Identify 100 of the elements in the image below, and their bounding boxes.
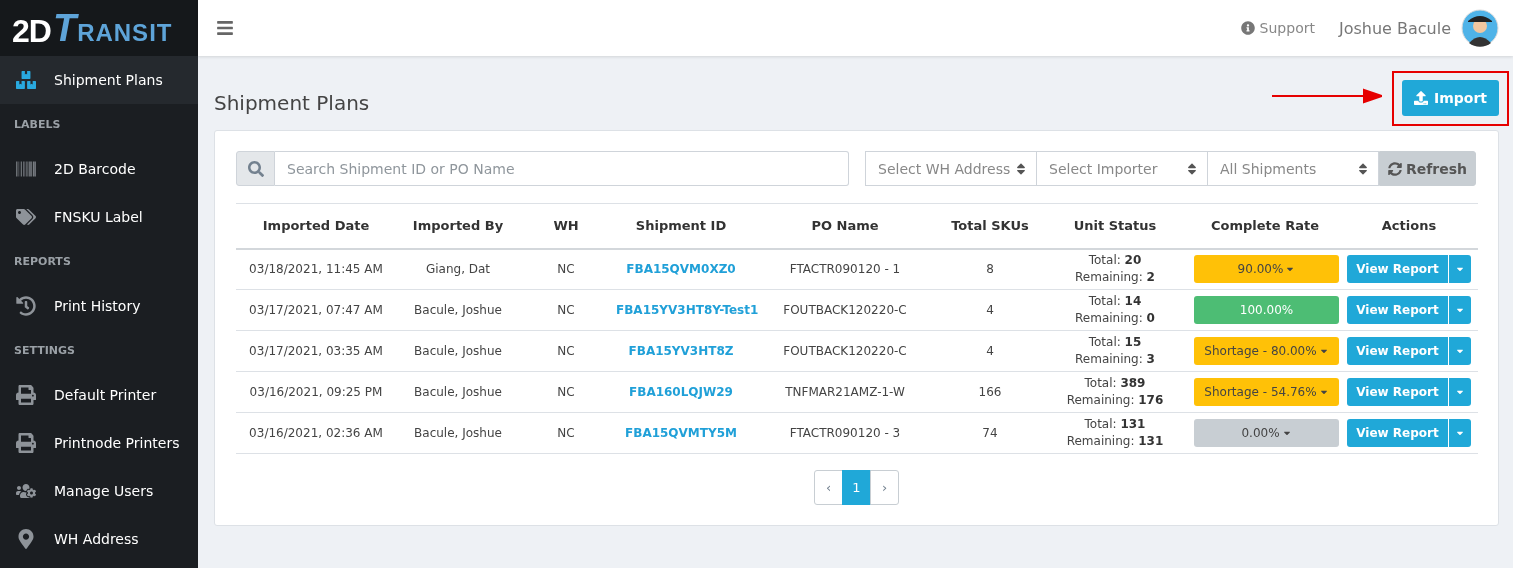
table-cell: NC — [520, 248, 612, 290]
sort-icon — [1016, 161, 1026, 176]
column-header: Unit Status — [1040, 203, 1190, 249]
support-link[interactable]: Support — [1240, 20, 1315, 36]
printer-icon — [16, 433, 36, 453]
column-header: Imported Date — [236, 203, 396, 249]
column-header: Imported By — [396, 203, 520, 249]
table-cell: 03/17/2021, 03:35 AM — [236, 330, 396, 372]
rate-button[interactable]: Shortage - 80.00% — [1194, 337, 1339, 365]
menu-button[interactable] — [216, 19, 234, 37]
remaining-units: Remaining: 0 — [1074, 310, 1156, 327]
section-heading: LABELS — [13, 117, 62, 133]
select-dropdown[interactable]: Select WH Address — [865, 151, 1037, 186]
next-page-button[interactable]: › — [870, 470, 899, 505]
view-report-button[interactable]: View Report — [1347, 419, 1448, 447]
view-report-button[interactable]: View Report — [1347, 378, 1448, 406]
shipment-link[interactable]: FBA15YV3HT8Z — [628, 344, 734, 358]
remaining-units: Remaining: 2 — [1074, 269, 1156, 287]
column-header: Complete Rate — [1190, 203, 1340, 249]
logo: 2DTRANSIT — [12, 9, 173, 47]
table-cell: FOUTBACK120220-C — [750, 330, 940, 372]
sidebar-item[interactable]: WH Address — [0, 515, 198, 563]
table-cell: 03/16/2021, 09:25 PM — [236, 371, 396, 413]
table-cell: NC — [520, 289, 612, 331]
table-cell: 8 — [940, 248, 1040, 290]
sidebar-item[interactable]: Print History — [0, 282, 198, 330]
rate-button[interactable]: 0.00% — [1194, 419, 1339, 447]
total-units: Total: 14 — [1087, 293, 1143, 310]
table-cell: NC — [520, 371, 612, 413]
barcode-icon — [16, 159, 36, 179]
dropdown-toggle[interactable] — [1447, 378, 1471, 406]
shipment-link[interactable]: FBA15YV3HT8Y-Test1 — [616, 303, 759, 317]
avatar[interactable] — [1461, 9, 1499, 47]
select-dropdown[interactable]: Select Importer — [1036, 151, 1208, 186]
page-title: Shipment Plans — [214, 91, 370, 115]
sidebar-item[interactable]: 2D Barcode — [0, 145, 198, 193]
sidebar-item[interactable]: Manage Users — [0, 467, 198, 515]
table-cell: 03/16/2021, 02:36 AM — [236, 412, 396, 454]
column-header: PO Name — [750, 203, 940, 249]
table-cell: Bacule, Joshue — [396, 289, 520, 331]
table-cell: 4 — [940, 330, 1040, 372]
import-button[interactable]: Import — [1401, 80, 1499, 116]
shipment-link[interactable]: FBA15QVM0XZ0 — [626, 262, 736, 277]
refresh-icon — [1387, 161, 1402, 176]
menu-icon — [216, 19, 234, 37]
table-cell: 74 — [940, 412, 1040, 454]
total-units: Total: 20 — [1087, 252, 1143, 270]
remaining-units: Remaining: 131 — [1065, 433, 1165, 450]
dropdown-toggle[interactable] — [1447, 296, 1471, 324]
table-cell: Giang, Dat — [396, 248, 520, 290]
user-name[interactable]: Joshue Bacule — [1338, 18, 1451, 38]
dropdown-toggle[interactable] — [1447, 337, 1471, 365]
shipment-link[interactable]: FBA15QVMTY5M — [625, 426, 737, 440]
sidebar-item[interactable]: Shipment Plans — [0, 56, 198, 104]
table-cell: 4 — [940, 289, 1040, 331]
table-cell: 03/18/2021, 11:45 AM — [236, 248, 396, 290]
tags-icon — [16, 207, 36, 227]
total-units: Total: 389 — [1083, 375, 1147, 392]
table-cell: Bacule, Joshue — [396, 330, 520, 372]
dropdown-toggle[interactable] — [1447, 255, 1471, 284]
column-header: WH — [520, 203, 612, 249]
page-button[interactable]: 1 — [842, 470, 871, 505]
table-cell: NC — [520, 412, 612, 454]
select-dropdown[interactable]: All Shipments — [1207, 151, 1379, 186]
search-icon — [236, 151, 275, 186]
view-report-button[interactable]: View Report — [1347, 296, 1448, 324]
boxes-icon — [16, 70, 36, 90]
rate-button[interactable]: 90.00% — [1194, 255, 1339, 284]
dropdown-toggle[interactable] — [1447, 419, 1471, 447]
view-report-button[interactable]: View Report — [1347, 337, 1448, 365]
rate-button[interactable]: Shortage - 54.76% — [1194, 378, 1339, 406]
table-cell: NC — [520, 330, 612, 372]
printer-icon — [16, 385, 36, 405]
sidebar-item[interactable]: FNSKU Label — [0, 193, 198, 241]
sort-icon — [1187, 161, 1197, 176]
table-cell: 166 — [940, 371, 1040, 413]
column-header: Shipment ID — [612, 203, 750, 249]
rate-button[interactable]: 100.00% — [1194, 296, 1339, 324]
previous-page-button[interactable]: ‹ — [814, 470, 843, 505]
table-cell: Bacule, Joshue — [396, 412, 520, 454]
history-icon — [16, 296, 36, 316]
total-units: Total: 15 — [1087, 334, 1143, 351]
view-report-button[interactable]: View Report — [1347, 255, 1448, 284]
total-units: Total: 131 — [1083, 416, 1147, 433]
users-gear-icon — [16, 481, 36, 501]
table-cell: 03/17/2021, 07:47 AM — [236, 289, 396, 331]
table-cell: FTACTR090120 - 1 — [750, 248, 940, 290]
map-pin-icon — [16, 529, 36, 549]
upload-icon — [1413, 91, 1428, 105]
table-cell: FTACTR090120 - 3 — [750, 412, 940, 454]
refresh-button[interactable]: Refresh — [1379, 151, 1476, 186]
column-header: Actions — [1340, 203, 1478, 249]
remaining-units: Remaining: 3 — [1074, 351, 1156, 368]
shipment-link[interactable]: FBA160LQJW29 — [629, 385, 733, 399]
table-cell: Bacule, Joshue — [396, 371, 520, 413]
table-cell: TNFMAR21AMZ-1-W — [750, 371, 940, 413]
section-heading: SETTINGS — [13, 343, 76, 359]
sidebar-item[interactable]: Printnode Printers — [0, 419, 198, 467]
search-field[interactable]: Search Shipment ID or PO Name — [275, 151, 849, 186]
sidebar-item[interactable]: Default Printer — [0, 371, 198, 419]
